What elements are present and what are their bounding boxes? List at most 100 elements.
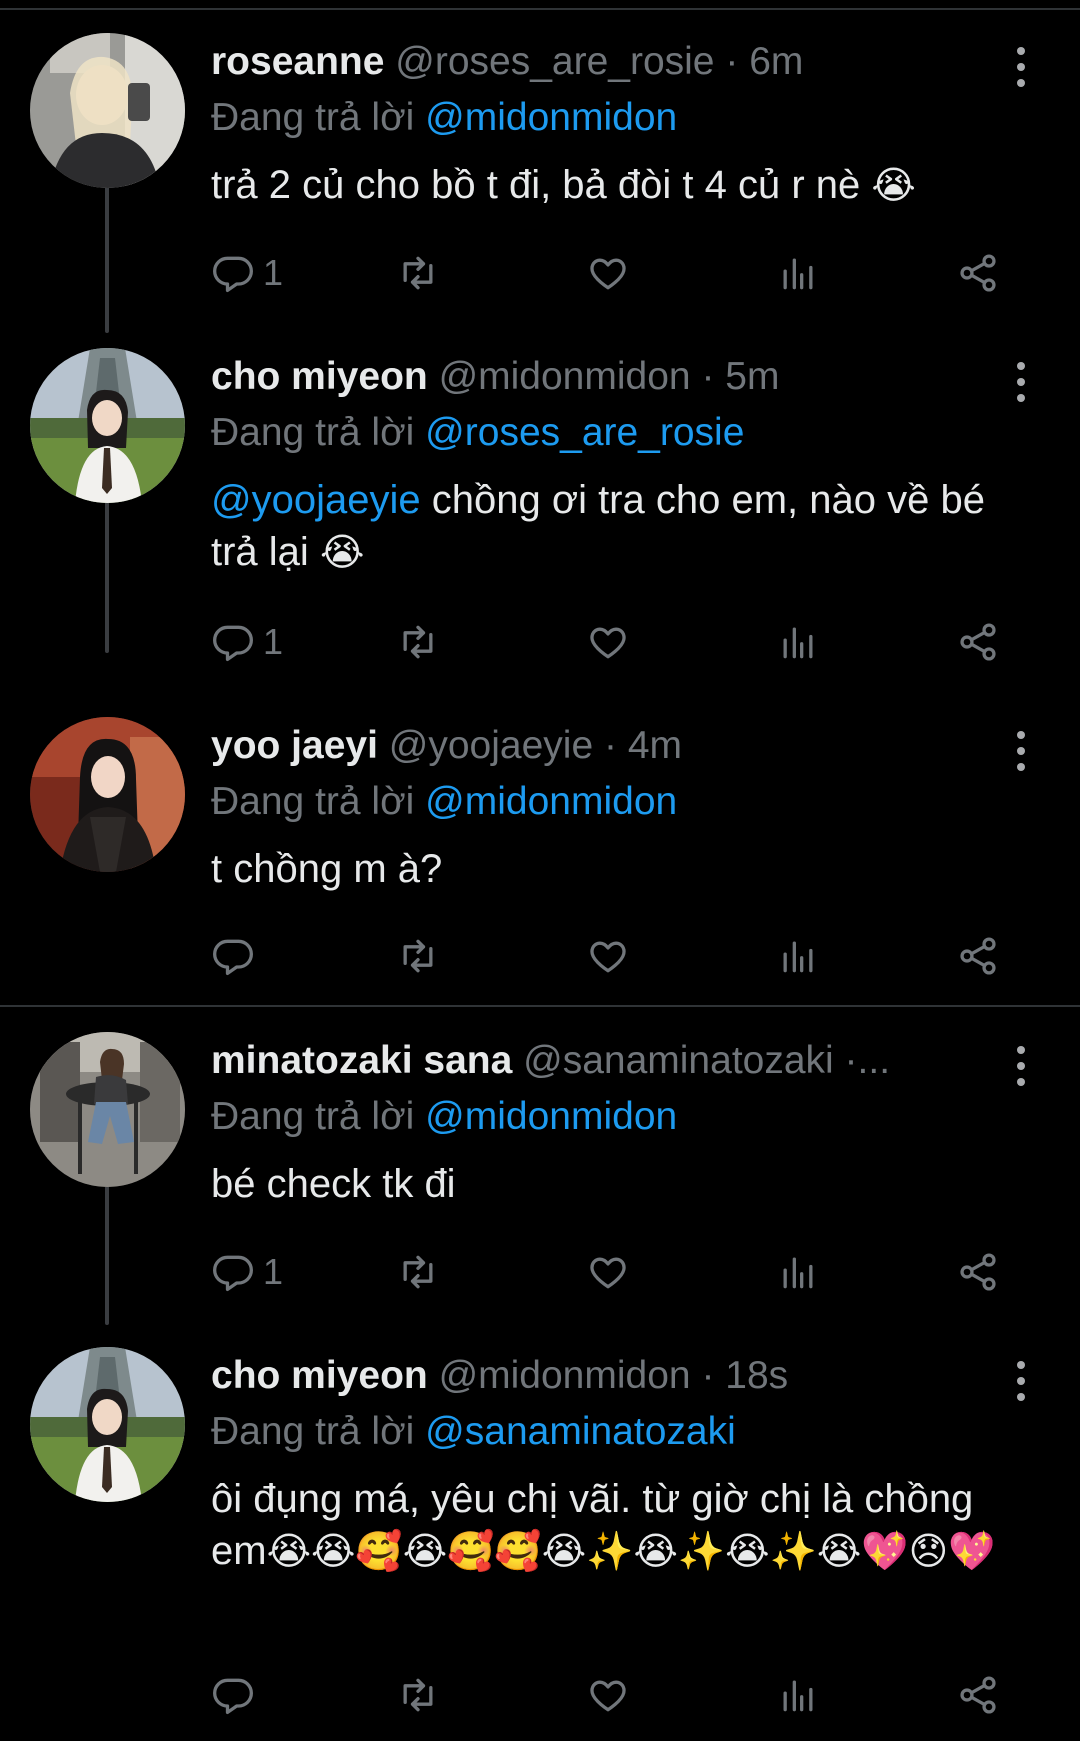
tweet-actions: 1 — [211, 248, 1011, 298]
replying-to: Đang trả lời @midonmidon — [211, 1090, 1020, 1144]
share-icon — [960, 1253, 996, 1291]
emoji-text: 😭 — [871, 163, 916, 207]
reply-button[interactable]: 1 — [211, 617, 283, 667]
replying-to-handle[interactable]: @midonmidon — [425, 780, 677, 823]
emoji-text: 😭😭🥰😭🥰🥰😭✨😭✨😭✨😭💖😞💖 — [266, 1529, 996, 1573]
reply-button[interactable] — [211, 1670, 263, 1720]
separator-dot: · — [701, 355, 715, 398]
more-options-icon[interactable] — [1014, 47, 1028, 87]
replying-to-handle[interactable]: @midonmidon — [425, 96, 677, 139]
replying-to: Đang trả lời @midonmidon — [211, 91, 1020, 145]
reply-count: 1 — [263, 1251, 284, 1292]
avatar-image — [30, 348, 185, 503]
views-button[interactable] — [776, 617, 820, 667]
display-name[interactable]: cho miyeon — [211, 355, 428, 398]
timestamp[interactable]: 6m — [749, 40, 803, 83]
avatar-image — [30, 1347, 185, 1502]
user-handle[interactable]: @yoojaeyie — [389, 724, 593, 767]
more-options-icon[interactable] — [1014, 1361, 1028, 1401]
tweet-header: cho miyeon @midonmidon · 18s — [211, 1347, 1020, 1405]
replying-to-label: Đang trả lời — [211, 1095, 415, 1138]
user-handle[interactable]: @midonmidon — [439, 1354, 691, 1397]
more-options-icon[interactable] — [1014, 1046, 1028, 1086]
timestamp[interactable]: 4m — [628, 724, 682, 767]
timestamp[interactable]: 5m — [725, 355, 779, 398]
views-button[interactable] — [776, 931, 820, 981]
retweet-icon — [403, 1255, 433, 1289]
retweet-button[interactable] — [396, 931, 440, 981]
separator-dot: ·... — [844, 1039, 891, 1082]
reply-icon — [213, 256, 253, 293]
share-icon — [960, 254, 996, 292]
display-name[interactable]: cho miyeon — [211, 1354, 428, 1397]
replying-to-label: Đang trả lời — [211, 96, 415, 139]
share-button[interactable] — [956, 1247, 1000, 1297]
retweet-button[interactable] — [396, 1247, 440, 1297]
separator-dot: · — [603, 724, 617, 767]
like-button[interactable] — [586, 1247, 630, 1297]
tweet-header: yoo jaeyi @yoojaeyie · 4m — [211, 717, 1020, 775]
more-options-icon[interactable] — [1014, 362, 1028, 402]
views-button[interactable] — [776, 1670, 820, 1720]
avatar-image — [30, 717, 185, 872]
avatar[interactable] — [30, 1347, 185, 1502]
avatar[interactable] — [30, 1032, 185, 1187]
avatar[interactable] — [30, 33, 185, 188]
reply-button[interactable]: 1 — [211, 1247, 283, 1297]
reply-count: 1 — [263, 252, 284, 293]
avatar[interactable] — [30, 717, 185, 872]
reply-button[interactable]: 1 — [211, 248, 283, 298]
replying-to-handle[interactable]: @midonmidon — [425, 1095, 677, 1138]
tweet-actions: 1 — [211, 617, 1011, 667]
retweet-icon — [403, 939, 433, 973]
views-icon — [783, 941, 813, 973]
like-button[interactable] — [586, 931, 630, 981]
retweet-icon — [403, 256, 433, 290]
mention-link[interactable]: @yoojaeyie — [211, 478, 421, 522]
avatar-image — [30, 33, 185, 188]
tweet-actions — [211, 931, 1011, 981]
replying-to-handle[interactable]: @roses_are_rosie — [425, 411, 744, 454]
user-handle[interactable]: @sanaminatozaki — [523, 1039, 834, 1082]
display-name[interactable]: yoo jaeyi — [211, 724, 378, 767]
retweet-button[interactable] — [396, 248, 440, 298]
reply-button[interactable] — [211, 931, 263, 981]
user-handle[interactable]: @midonmidon — [439, 355, 691, 398]
like-button[interactable] — [586, 617, 630, 667]
tweet-item[interactable]: cho miyeon @midonmidon · 5m Đang trả lời… — [0, 348, 1080, 648]
retweet-icon — [403, 1678, 433, 1712]
share-button[interactable] — [956, 1670, 1000, 1720]
retweet-icon — [403, 625, 433, 659]
replying-to-handle[interactable]: @sanaminatozaki — [425, 1410, 736, 1453]
replying-to: Đang trả lời @midonmidon — [211, 775, 1020, 829]
replying-to-label: Đang trả lời — [211, 411, 415, 454]
share-icon — [960, 623, 996, 661]
share-icon — [960, 1676, 996, 1714]
user-handle[interactable]: @roses_are_rosie — [395, 40, 714, 83]
reply-icon — [213, 1255, 253, 1292]
replying-to-label: Đang trả lời — [211, 780, 415, 823]
separator-dot: · — [725, 40, 739, 83]
views-button[interactable] — [776, 248, 820, 298]
more-options-icon[interactable] — [1014, 731, 1028, 771]
timestamp[interactable]: 18s — [725, 1354, 788, 1397]
tweet-header: minatozaki sana @sanaminatozaki ·... — [211, 1032, 1020, 1090]
avatar[interactable] — [30, 348, 185, 503]
retweet-button[interactable] — [396, 1670, 440, 1720]
tweet-actions — [211, 1670, 1011, 1720]
share-button[interactable] — [956, 617, 1000, 667]
tweet-text: t chồng m à? — [211, 843, 1020, 895]
views-button[interactable] — [776, 1247, 820, 1297]
like-button[interactable] — [586, 1670, 630, 1720]
share-button[interactable] — [956, 248, 1000, 298]
retweet-button[interactable] — [396, 617, 440, 667]
share-button[interactable] — [956, 931, 1000, 981]
thread-divider — [0, 1005, 1080, 1007]
tweet-actions: 1 — [211, 1247, 1011, 1297]
views-icon — [783, 627, 813, 659]
display-name[interactable]: minatozaki sana — [211, 1039, 512, 1082]
tweet-text: bé check tk đi — [211, 1158, 1020, 1210]
display-name[interactable]: roseanne — [211, 40, 384, 83]
avatar-image — [30, 1032, 185, 1187]
like-button[interactable] — [586, 248, 630, 298]
